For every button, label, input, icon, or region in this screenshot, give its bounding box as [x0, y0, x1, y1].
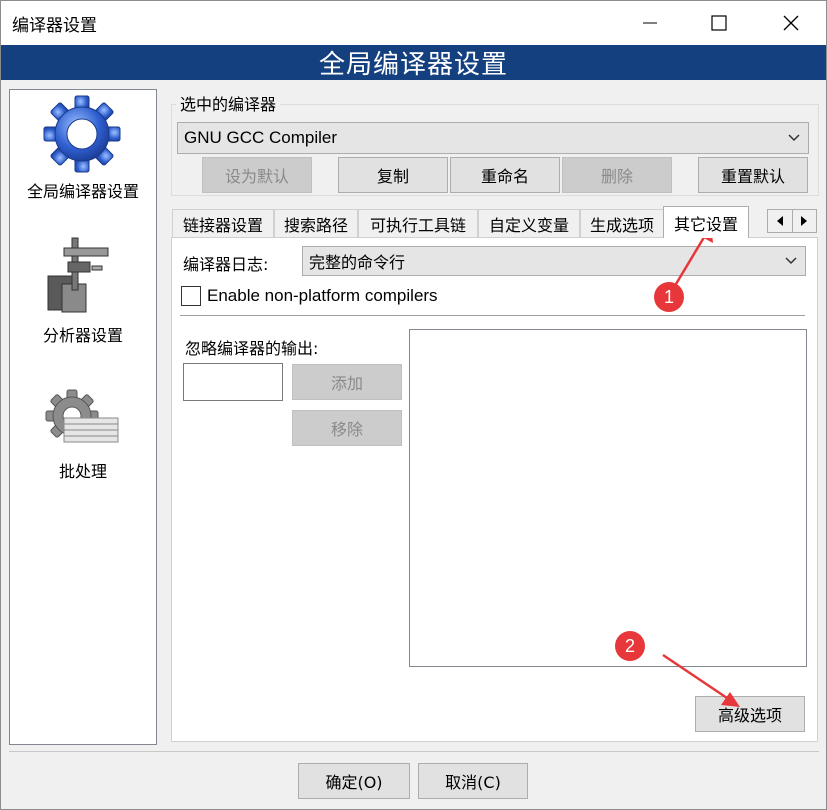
annotation-arrows [662, 224, 740, 707]
annotation-badge-2: 2 [615, 631, 645, 661]
tab-other-settings[interactable]: 其它设置 [663, 206, 749, 238]
annotation-badge-1: 1 [654, 282, 684, 312]
